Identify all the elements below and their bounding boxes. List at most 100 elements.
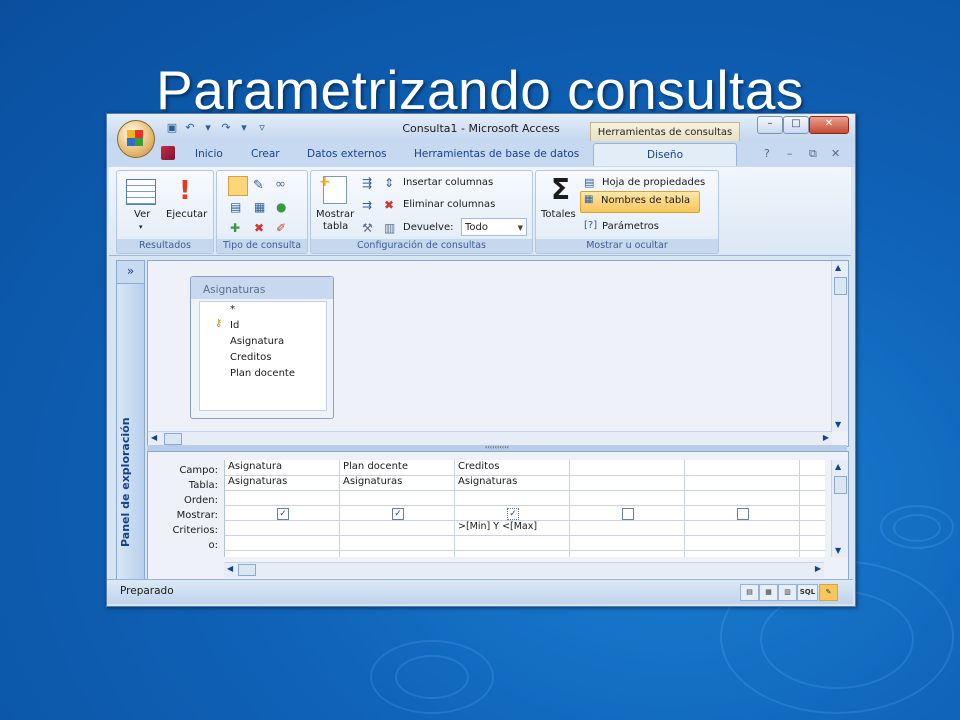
delete-rows-icon[interactable]: ⇉ <box>362 198 372 212</box>
field-item[interactable]: Asignatura <box>230 336 284 347</box>
minimize-button[interactable]: – <box>757 116 783 134</box>
scroll-up-icon[interactable]: ▲ <box>835 462 841 471</box>
tab-diseno[interactable]: Diseño <box>593 143 737 166</box>
pass-through-icon[interactable]: ● <box>276 200 286 214</box>
scroll-thumb[interactable] <box>834 277 847 295</box>
nav-pane-toggle-button[interactable]: » <box>117 261 144 284</box>
mostrar-checkbox[interactable]: ✓ <box>277 508 289 520</box>
scroll-down-icon[interactable]: ▼ <box>835 420 841 429</box>
insert-columns-icon: ⇕ <box>384 176 395 190</box>
parametros-button[interactable]: Parámetros <box>602 221 659 232</box>
design-view-icon[interactable]: ✎ <box>819 584 838 601</box>
mostrar-tabla-button[interactable]: Mostrar <box>316 209 354 220</box>
help-icon[interactable]: ? <box>764 147 770 160</box>
table-field-list[interactable]: Asignaturas * ⚷ Id Asignatura Creditos P… <box>190 276 334 419</box>
plus-icon: + <box>319 174 331 190</box>
ribbon-restore-button[interactable]: ⧉ <box>809 147 817 161</box>
return-icon: ▥ <box>384 221 396 235</box>
grid-lines <box>225 460 825 557</box>
tabla-cell[interactable]: Asignaturas <box>455 476 569 487</box>
ver-dropdown-icon[interactable]: ▾ <box>139 223 143 231</box>
mostrar-checkbox[interactable]: ✓ <box>392 508 404 520</box>
ribbon: Ver ▾ ! Ejecutar Resultados ✎ ∞ ▤ ▦ ● ✚ … <box>109 167 851 256</box>
tab-crear[interactable]: Crear <box>251 148 280 160</box>
mostrar-checkbox[interactable]: ✓ <box>507 508 519 520</box>
mostrar-tabla-button-line2[interactable]: tabla <box>323 221 348 232</box>
builder-icon[interactable]: ⚒ <box>362 221 373 235</box>
pivotchart-view-icon[interactable]: ▥ <box>778 584 797 601</box>
title-bar: ▣ ↶ ▾ ↷ ▾ ▿ Consulta1 - Microsoft Access… <box>107 114 855 142</box>
window-title: Consulta1 - Microsoft Access <box>402 122 560 135</box>
append-query-icon[interactable]: ✚ <box>230 221 240 235</box>
tab-inicio[interactable]: Inicio <box>195 148 223 160</box>
data-definition-icon[interactable]: ✐ <box>276 221 286 235</box>
campo-cell[interactable]: Plan docente <box>340 461 454 472</box>
tabla-cell[interactable]: Asignaturas <box>225 476 339 487</box>
maximize-button[interactable]: □ <box>783 116 809 134</box>
group-label-config: Configuración de consultas <box>311 239 532 253</box>
field-item[interactable]: * <box>230 304 235 315</box>
tabla-cell[interactable]: Asignaturas <box>340 476 454 487</box>
devuelve-label: Devuelve: <box>403 222 454 233</box>
sql-view-button[interactable]: SQL <box>797 584 818 601</box>
campo-cell[interactable]: Asignatura <box>225 461 339 472</box>
tab-herramientas-bd[interactable]: Herramientas de base de datos <box>414 148 579 160</box>
ribbon-close-button[interactable]: ✕ <box>831 147 840 160</box>
nombres-tabla-label: Nombres de tabla <box>601 195 691 206</box>
datasheet-view-icon <box>126 179 156 205</box>
select-query-icon[interactable] <box>228 176 248 196</box>
insertar-columnas-button[interactable]: Insertar columnas <box>403 177 493 188</box>
criterios-cell[interactable]: >[Min] Y <[Max] <box>455 521 569 532</box>
insert-rows-icon[interactable]: ⇶ <box>362 176 372 190</box>
tab-datos-externos[interactable]: Datos externos <box>307 148 387 160</box>
scroll-left-icon[interactable]: ◀ <box>227 564 233 573</box>
ripple-decoration <box>893 514 941 542</box>
scroll-left-icon[interactable]: ◀ <box>151 433 157 442</box>
grid-vertical-scrollbar[interactable]: ▲ ▼ <box>831 460 848 557</box>
datasheet-view-icon[interactable]: ▤ <box>740 584 759 601</box>
scroll-thumb[interactable] <box>834 476 847 494</box>
row-label-o: o: <box>208 540 219 551</box>
crosstab-icon[interactable]: ▦ <box>254 200 265 214</box>
nombres-tabla-button[interactable]: ▦ Nombres de tabla <box>580 191 700 213</box>
scroll-up-icon[interactable]: ▲ <box>835 263 841 272</box>
devuelve-select[interactable]: Todo ▼ <box>461 218 527 236</box>
query-design-grid: Asignatura Plan docente Creditos Asignat… <box>224 460 825 557</box>
access-window: ▣ ↶ ▾ ↷ ▾ ▿ Consulta1 - Microsoft Access… <box>106 113 856 607</box>
eliminar-columnas-button[interactable]: Eliminar columnas <box>403 199 495 210</box>
ribbon-minimize-button[interactable]: – <box>787 147 793 160</box>
pivottable-view-icon[interactable]: ▦ <box>759 584 778 601</box>
navigation-pane[interactable]: » Panel de exploración <box>116 260 145 581</box>
ver-button[interactable]: Ver <box>134 209 150 220</box>
status-text: Preparado <box>120 585 174 597</box>
ejecutar-button[interactable]: Ejecutar <box>166 209 207 220</box>
ripple-decoration <box>395 655 469 699</box>
upper-vertical-scrollbar[interactable]: ▲ ▼ <box>831 261 848 431</box>
field-item[interactable]: Plan docente <box>230 368 295 379</box>
group-label-resultados: Resultados <box>117 239 213 253</box>
close-button[interactable]: ✕ <box>809 116 849 134</box>
mostrar-checkbox[interactable] <box>737 508 749 520</box>
xyz-table-icon: ▦ <box>584 194 594 205</box>
scroll-thumb[interactable] <box>164 433 182 445</box>
sigma-icon: Σ <box>551 173 571 206</box>
hoja-propiedades-button[interactable]: Hoja de propiedades <box>602 177 705 188</box>
grid-horizontal-scrollbar[interactable]: ◀ ▶ <box>224 562 824 577</box>
field-item[interactable]: Id <box>230 320 239 331</box>
delete-query-icon[interactable]: ✖ <box>254 221 264 235</box>
totales-button[interactable]: Totales <box>541 209 576 220</box>
office-button[interactable] <box>117 120 155 158</box>
ribbon-tab-row: Inicio Crear Datos externos Herramientas… <box>107 141 855 167</box>
scroll-down-icon[interactable]: ▼ <box>835 546 841 555</box>
union-icon[interactable]: ∞ <box>275 177 286 192</box>
campo-cell[interactable]: Creditos <box>455 461 569 472</box>
scroll-right-icon[interactable]: ▶ <box>815 564 821 573</box>
field-item[interactable]: Creditos <box>230 352 271 363</box>
scroll-thumb[interactable] <box>238 564 256 576</box>
delete-columns-icon: ✖ <box>384 198 395 212</box>
make-table-icon[interactable]: ✎ <box>253 178 264 193</box>
update-query-icon[interactable]: ▤ <box>230 200 241 214</box>
mostrar-checkbox[interactable] <box>622 508 634 520</box>
row-label-mostrar: Mostrar: <box>176 510 218 521</box>
scroll-right-icon[interactable]: ▶ <box>823 433 829 442</box>
